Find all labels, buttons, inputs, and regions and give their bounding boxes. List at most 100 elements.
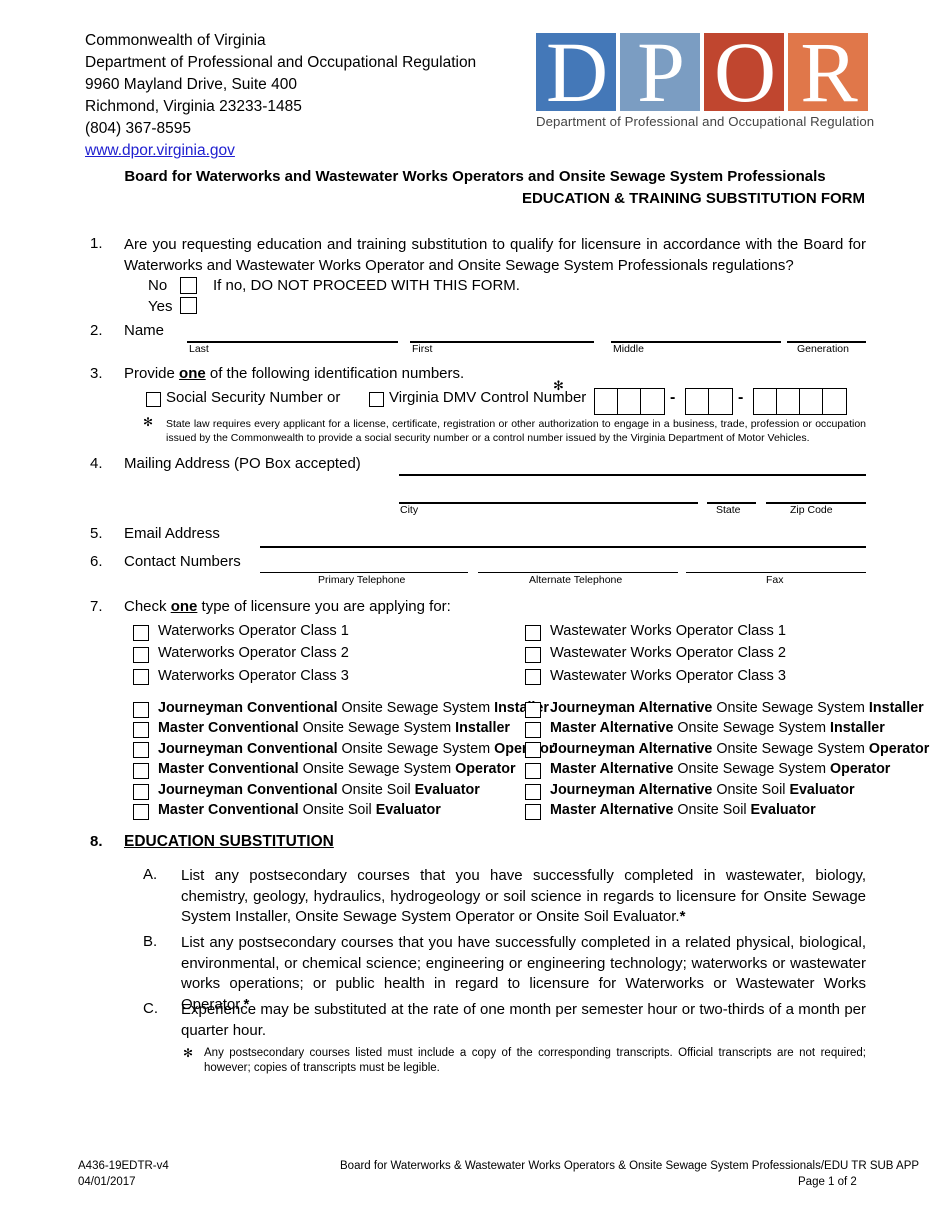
q7-checkbox-wastewater-class-2[interactable] — [525, 647, 541, 663]
q7-checkbox-wastewater-class-1[interactable] — [525, 625, 541, 641]
q1-yes-checkbox[interactable] — [180, 297, 197, 314]
q7-label-right-onsite-3: Journeyman Alternative Onsite Sewage Sys… — [550, 741, 930, 757]
q3-ssn-label: Social Security Number — [166, 389, 323, 406]
q8-item-a-text: List any postsecondary courses that you … — [181, 867, 866, 925]
q2-label: Name — [124, 322, 165, 339]
q3-footnote-text: State law requires every applicant for a… — [166, 418, 866, 444]
id-box-4[interactable] — [685, 388, 710, 415]
q6-caption-fax: Fax — [766, 574, 784, 586]
q7-label-right-onsite-5: Journeyman Alternative Onsite Soil Evalu… — [550, 782, 855, 798]
q7-checkbox-right-onsite-2[interactable] — [525, 722, 541, 738]
q7-text-bold: one — [170, 598, 198, 615]
q7-instruction: Check one type of licensure you are appl… — [124, 598, 451, 615]
footer-page-number: Page 1 of 2 — [798, 1176, 857, 1188]
q6-fax-input-line[interactable] — [686, 572, 866, 574]
logo-square-p: P — [620, 24, 700, 120]
q7-label-waterworks-class-3: Waterworks Operator Class 3 — [158, 668, 349, 684]
q7-checkbox-right-onsite-6[interactable] — [525, 804, 541, 820]
footer-form-code: A436-19EDTR-v4 — [78, 1160, 169, 1172]
q7-text-pre: Check — [124, 598, 171, 615]
id-box-6[interactable] — [753, 388, 778, 415]
q2-last-input-line[interactable] — [187, 341, 398, 343]
id-box-3[interactable] — [640, 388, 665, 415]
logo-letter-o: O — [713, 24, 776, 120]
q6-caption-alternate: Alternate Telephone — [529, 574, 623, 586]
q7-checkbox-right-onsite-1[interactable] — [525, 702, 541, 718]
q7-label-left-onsite-2: Master Conventional Onsite Sewage System… — [158, 720, 510, 736]
q4-label: Mailing Address (PO Box accepted) — [124, 455, 361, 472]
q6-alternate-input-line[interactable] — [478, 572, 678, 574]
q5-number: 5. — [90, 525, 103, 542]
id-box-7[interactable] — [776, 388, 801, 415]
q3-ssn-checkbox[interactable] — [146, 392, 161, 407]
q7-checkbox-right-onsite-4[interactable] — [525, 763, 541, 779]
q5-label: Email Address — [124, 525, 220, 542]
form-title-line2-text: EDUCATION & TRAINING SUBSTITUTION FORM — [521, 190, 865, 207]
logo-square-r: R — [788, 29, 868, 115]
agency-line-2: Department of Professional and Occupatio… — [85, 54, 477, 71]
q7-text-post: type of licensure you are applying for: — [197, 598, 451, 615]
q3-asterisk-marker: ✻ — [553, 378, 564, 393]
q7-checkbox-left-onsite-6[interactable] — [133, 804, 149, 820]
q7-checkbox-left-onsite-4[interactable] — [133, 763, 149, 779]
q4-caption-city: City — [400, 504, 419, 516]
q8-number: 8. — [90, 833, 103, 850]
q4-street-input-line[interactable] — [399, 474, 866, 476]
id-box-2[interactable] — [617, 388, 642, 415]
agency-line-1: Commonwealth of Virginia — [85, 32, 266, 49]
id-box-9[interactable] — [822, 388, 847, 415]
q8-item-a-letter: A. — [143, 866, 158, 883]
q3-dmv-checkbox[interactable] — [369, 392, 384, 407]
id-box-1[interactable] — [594, 388, 619, 415]
q7-label-left-onsite-3: Journeyman Conventional Onsite Sewage Sy… — [158, 741, 554, 757]
q7-checkbox-left-onsite-5[interactable] — [133, 784, 149, 800]
agency-website-link[interactable]: www.dpor.virginia.gov — [85, 142, 235, 159]
q1-number: 1. — [90, 235, 103, 252]
q7-label-right-onsite-2: Master Alternative Onsite Sewage System … — [550, 720, 885, 736]
q7-checkbox-left-onsite-2[interactable] — [133, 722, 149, 738]
q7-checkbox-wastewater-class-3[interactable] — [525, 669, 541, 685]
id-box-8[interactable] — [799, 388, 824, 415]
q7-checkbox-left-onsite-3[interactable] — [133, 742, 149, 758]
q6-label: Contact Numbers — [124, 553, 241, 570]
q6-caption-primary: Primary Telephone — [318, 574, 406, 586]
q8-item-c-text: Experience may be substituted at the rat… — [181, 1001, 866, 1039]
q2-caption-generation: Generation — [797, 343, 849, 355]
q4-caption-state: State — [716, 504, 741, 516]
q7-label-right-onsite-6: Master Alternative Onsite Soil Evaluator — [550, 802, 816, 818]
q3-text-post: of the following identification numbers. — [205, 365, 465, 382]
q7-label-wastewater-class-2: Wastewater Works Operator Class 2 — [550, 645, 787, 661]
q1-no-checkbox[interactable] — [180, 277, 197, 294]
form-title-line1: Board for Waterworks and Wastewater Work… — [124, 168, 826, 185]
q7-checkbox-waterworks-class-1[interactable] — [133, 625, 149, 641]
q7-checkbox-right-onsite-3[interactable] — [525, 742, 541, 758]
footer-center-text: Board for Waterworks & Wastewater Works … — [340, 1160, 920, 1172]
logo-letter-d: D — [545, 24, 608, 120]
q3-text-pre: Provide — [124, 365, 180, 382]
q1-no-label: No — [148, 277, 168, 294]
agency-phone: (804) 367-8595 — [85, 120, 191, 137]
q4-city-input-line[interactable] — [399, 502, 698, 504]
dpor-logo-squares: D P O R — [536, 24, 869, 120]
q7-label-left-onsite-1: Journeyman Conventional Onsite Sewage Sy… — [158, 700, 549, 716]
form-page: Commonwealth of Virginia Department of P… — [0, 0, 950, 1230]
q7-checkbox-right-onsite-5[interactable] — [525, 784, 541, 800]
q7-label-left-onsite-6: Master Conventional Onsite Soil Evaluato… — [158, 802, 441, 818]
q6-primary-input-line[interactable] — [260, 572, 468, 574]
logo-square-d: D — [536, 24, 616, 120]
q5-email-input-line[interactable] — [260, 546, 866, 548]
logo-letter-p: P — [637, 24, 685, 120]
q7-label-wastewater-class-3: Wastewater Works Operator Class 3 — [550, 668, 787, 684]
q7-label-waterworks-class-1: Waterworks Operator Class 1 — [158, 623, 349, 639]
q3-footnote-marker: ✻ — [143, 415, 154, 429]
form-title-line2: EDUCATION & TRAINING SUBSTITUTION FORM — [85, 190, 865, 207]
q4-caption-zip: Zip Code — [790, 504, 833, 516]
logo-square-o: O — [704, 24, 784, 120]
q3-number: 3. — [90, 365, 103, 382]
q7-checkbox-waterworks-class-3[interactable] — [133, 669, 149, 685]
id-box-5[interactable] — [708, 388, 733, 415]
q2-first-input-line[interactable] — [410, 341, 594, 343]
q7-checkbox-left-onsite-1[interactable] — [133, 702, 149, 718]
q7-checkbox-waterworks-class-2[interactable] — [133, 647, 149, 663]
q1-no-note: If no, DO NOT PROCEED WITH THIS FORM. — [213, 277, 520, 294]
